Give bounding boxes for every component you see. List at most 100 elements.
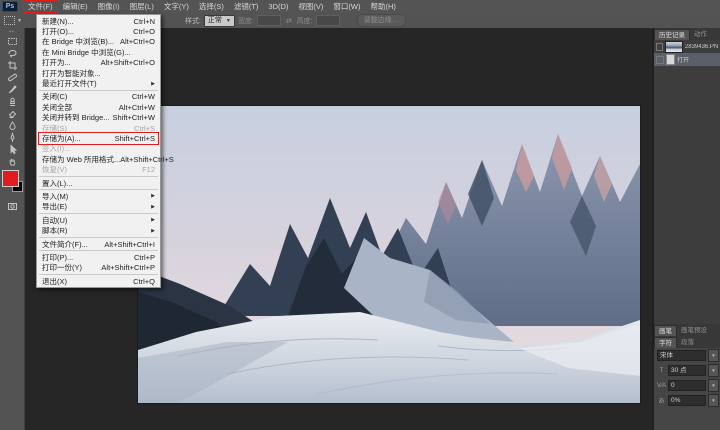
menu-bar: Ps 文件(F)编辑(E)图像(I)图层(L)文字(Y)选择(S)滤镜(T)3D…: [0, 0, 720, 14]
tab-character-2[interactable]: 段落: [677, 337, 698, 348]
menu-bar-item[interactable]: 3D(D): [263, 0, 293, 13]
chevron-down-icon[interactable]: ▼: [708, 364, 719, 377]
chevron-down-icon[interactable]: ▼: [708, 349, 719, 362]
file-menu-item[interactable]: 最近打开文件(T)▶: [37, 78, 160, 88]
clone-stamp-tool[interactable]: [0, 95, 25, 107]
menu-bar-item[interactable]: 视图(V): [293, 0, 328, 13]
font-family-select[interactable]: 宋体: [657, 350, 706, 361]
file-menu-item[interactable]: 在 Bridge 中浏览(B)...Alt+Ctrl+O: [37, 37, 160, 47]
history-entry[interactable]: 2839436.PNG: [654, 40, 720, 53]
menu-bar-item[interactable]: 窗口(W): [328, 0, 365, 13]
hand-tool[interactable]: [0, 155, 25, 167]
file-menu-item-shortcut: Ctrl+O: [133, 27, 155, 36]
chevron-down-icon[interactable]: ▼: [708, 379, 719, 392]
tracking-input[interactable]: 0: [668, 380, 706, 391]
brush-tool[interactable]: [0, 83, 25, 95]
file-menu-item[interactable]: 打开为智能对象...: [37, 68, 160, 78]
menu-bar-item[interactable]: 滤镜(T): [229, 0, 264, 13]
file-menu-item[interactable]: 存储为 Web 所用格式...Alt+Shift+Ctrl+S: [37, 154, 160, 164]
file-menu-item: 存储(S)Ctrl+S: [37, 123, 160, 133]
swap-width-height-icon[interactable]: ⇄: [286, 17, 292, 25]
file-menu-item[interactable]: 打印(P)...Ctrl+P: [37, 252, 160, 262]
file-menu-item[interactable]: 在 Mini Bridge 中浏览(G)...: [37, 47, 160, 57]
history-brush-source-box[interactable]: [656, 43, 663, 51]
menu-bar-item[interactable]: 文字(Y): [159, 0, 194, 13]
tsume-input[interactable]: 0%: [668, 395, 706, 406]
file-menu-item-label: 自动(U): [42, 215, 67, 226]
hand-icon: [7, 156, 18, 167]
file-menu-item[interactable]: 自动(U) ▶: [37, 215, 160, 225]
tab-character-1[interactable]: 字符: [654, 337, 677, 348]
file-menu-item-label: 打印一份(Y): [42, 262, 82, 273]
lasso-tool[interactable]: [0, 47, 25, 59]
file-menu-item[interactable]: 打印一份(Y)Alt+Shift+Ctrl+P: [37, 263, 160, 273]
blur-tool[interactable]: [0, 119, 25, 131]
tab-history-1[interactable]: 历史记录: [654, 29, 690, 40]
height-input[interactable]: [316, 15, 340, 26]
file-menu-item-label: 退出(X): [42, 276, 67, 287]
file-menu-item[interactable]: 导入(M)▶: [37, 191, 160, 201]
tab-brush-2[interactable]: 画笔预设: [677, 325, 711, 336]
menu-bar-item[interactable]: 帮助(H): [366, 0, 401, 13]
file-menu-item-label: 存储为 Web 所用格式...: [42, 154, 120, 165]
menu-bar-item[interactable]: 图像(I): [93, 0, 125, 13]
tsume-row: あ 0% ▼: [654, 393, 720, 408]
chevron-down-icon[interactable]: ▼: [708, 394, 719, 407]
width-input[interactable]: [257, 15, 281, 26]
file-menu-item-label: 置入(L)...: [42, 178, 72, 189]
menu-bar-item[interactable]: 编辑(E): [58, 0, 93, 13]
history-panel-tabs: 历史记录动作: [654, 28, 720, 40]
path-selection-tool[interactable]: [0, 143, 25, 155]
file-menu-item[interactable]: 打开为...Alt+Shift+Ctrl+O: [37, 58, 160, 68]
file-menu-item[interactable]: 新建(N)...Ctrl+N: [37, 16, 160, 26]
file-menu-item[interactable]: 置入(L)...: [37, 178, 160, 188]
foreground-color-swatch[interactable]: [2, 170, 19, 187]
history-panel-body: 2839436.PNG打开: [654, 40, 720, 324]
file-menu-item[interactable]: 退出(X)Ctrl+Q: [37, 276, 160, 286]
file-menu-item[interactable]: 关闭(C)Ctrl+W: [37, 92, 160, 102]
width-label: 宽度:: [238, 16, 254, 26]
healing-brush-icon: [7, 72, 18, 83]
file-menu-item[interactable]: 导出(E)▶: [37, 202, 160, 212]
chevron-down-icon: ▼: [17, 18, 22, 24]
file-menu-dropdown: 新建(N)...Ctrl+N打开(O)...Ctrl+O在 Bridge 中浏览…: [36, 14, 161, 288]
brush-panel-tabs: 画笔画笔预设: [654, 324, 720, 336]
file-menu-item[interactable]: 关闭并转到 Bridge...Shift+Ctrl+W: [37, 113, 160, 123]
toolbar-collapse-handle[interactable]: ▪▪: [0, 28, 24, 35]
menu-bar-item[interactable]: 文件(F): [23, 0, 58, 13]
history-brush-source-box[interactable]: [656, 56, 664, 64]
file-menu-item[interactable]: 文件简介(F)...Alt+Shift+Ctrl+I: [37, 239, 160, 249]
file-menu-item: 恢复(V)F12: [37, 164, 160, 174]
file-menu-item-shortcut: Shift+Ctrl+W: [112, 113, 155, 122]
pen-tool[interactable]: [0, 131, 25, 143]
file-menu-item-label: 存储为(A)...: [42, 133, 81, 144]
file-menu-item-shortcut: Ctrl+P: [134, 253, 155, 262]
brush-icon: [7, 84, 18, 95]
marquee-options: 样式: 正常 ▼ 宽度: ⇄ 高度: 调整边缘…: [185, 14, 406, 27]
file-menu-item[interactable]: 打开(O)...Ctrl+O: [37, 26, 160, 36]
menu-bar-items: 文件(F)编辑(E)图像(I)图层(L)文字(Y)选择(S)滤镜(T)3D(D)…: [23, 0, 401, 13]
history-entry[interactable]: 打开: [654, 53, 720, 66]
eraser-tool[interactable]: [0, 107, 25, 119]
file-menu-item[interactable]: 脚本(R)▶: [37, 225, 160, 235]
open-document-image[interactable]: [138, 106, 640, 403]
file-menu-item[interactable]: 关闭全部Alt+Ctrl+W: [37, 102, 160, 112]
tab-brush-1[interactable]: 画笔: [654, 325, 677, 336]
menu-bar-item[interactable]: 选择(S): [194, 0, 229, 13]
crop-tool[interactable]: [0, 59, 25, 71]
tracking-row: V∕A 0 ▼: [654, 378, 720, 393]
file-menu-item-label: 打开为智能对象...: [42, 68, 101, 79]
tool-preset-picker[interactable]: ▼: [4, 16, 22, 25]
file-menu-item-shortcut: Alt+Shift+Ctrl+S: [120, 155, 174, 164]
font-size-input[interactable]: 30 点: [668, 365, 706, 376]
refine-edge-button[interactable]: 调整边缘…: [357, 14, 406, 27]
menu-bar-item[interactable]: 图层(L): [125, 0, 159, 13]
tab-history-2[interactable]: 动作: [690, 29, 711, 40]
file-menu-item-label: 关闭并转到 Bridge...: [42, 112, 110, 123]
healing-brush-tool[interactable]: [0, 71, 25, 83]
style-select[interactable]: 正常 ▼: [204, 15, 235, 27]
rectangular-marquee-tool[interactable]: [0, 35, 25, 47]
file-menu-item[interactable]: 存储为(A)...Shift+Ctrl+S: [37, 133, 160, 143]
quick-mask-tool[interactable]: [0, 200, 25, 212]
submenu-arrow-icon: ▶: [151, 217, 155, 223]
